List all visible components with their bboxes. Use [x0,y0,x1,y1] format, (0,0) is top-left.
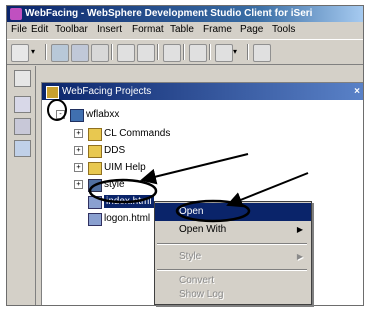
tree-item-cl-commands[interactable]: + CL Commands [42,127,242,141]
save-icon[interactable] [51,44,69,62]
save-all-icon[interactable] [71,44,89,62]
websphere-logo-icon [10,8,22,20]
new-icon[interactable] [11,44,29,62]
toolbar-separator [183,44,185,60]
menu-page[interactable]: Page [240,24,263,35]
window-title: WebFacing - WebSphere Development Studio… [25,8,313,19]
tree-item-label: logon.html [104,213,151,224]
menu-format[interactable]: Format [132,24,164,35]
toolbar-separator [247,44,249,60]
undo-icon[interactable] [163,44,181,62]
collapse-icon[interactable]: - [56,110,65,119]
menu-item-label: Open [179,206,204,217]
run-icon[interactable] [215,44,233,62]
folder-icon [88,128,102,141]
menu-item-style: Style ▶ [155,248,311,266]
html-file-icon [88,213,102,226]
menu-frame[interactable]: Frame [203,24,232,35]
submenu-arrow-icon: ▶ [296,225,303,234]
cut-icon[interactable] [117,44,135,62]
view-title: WebFacing Projects [62,86,152,97]
menu-item-label: Style [179,251,202,262]
context-menu: Open Open With ▶ Style ▶ Convert Show Lo… [154,201,312,305]
expand-icon[interactable]: + [74,146,83,155]
tree-item-label: CL Commands [104,128,171,139]
expand-icon[interactable]: + [74,180,83,189]
tree-item-dds[interactable]: + DDS [42,144,242,158]
menu-insert[interactable]: Insert [97,24,122,35]
style-icon [88,179,102,192]
menu-bar: File Edit Toolbar Insert Format Table Fr… [7,22,363,38]
menu-table[interactable]: Table [170,24,194,35]
toolbar-separator [157,44,159,60]
perspective-icon[interactable] [14,70,31,87]
menu-toolbar[interactable]: Toolbar [55,24,88,35]
menu-item-show-log: Show Log [155,286,311,304]
tree-item-style[interactable]: + style [42,178,242,192]
menu-item-label: Open With [179,224,227,235]
toolbar-separator [111,44,113,60]
menu-item-open[interactable]: Open [155,203,311,221]
expand-icon[interactable]: + [74,129,83,138]
menu-separator [157,243,307,245]
submenu-arrow-icon: ▶ [296,252,303,261]
tree-item-label: wflabxx [86,109,120,120]
print-icon[interactable] [91,44,109,62]
close-icon[interactable]: × [354,83,360,100]
webfacing-projects-icon [46,86,59,99]
title-bar: WebFacing - WebSphere Development Studio… [7,6,363,22]
toolbar-separator [45,44,47,60]
outline-icon[interactable] [14,118,31,135]
toolbar-separator [209,44,211,60]
properties-icon[interactable] [14,140,31,157]
tree-item-label: index.html [104,195,154,208]
tree-item-uim-help[interactable]: + UIM Help [42,161,242,175]
folder-icon [88,145,102,158]
expand-icon[interactable]: + [74,163,83,172]
menu-separator [157,269,307,271]
html-file-icon [88,196,102,209]
menu-item-label: Show Log [179,289,224,300]
menu-edit[interactable]: Edit [31,24,48,35]
tree-item-label: style [104,179,125,190]
navigator-icon[interactable] [14,96,31,113]
tree-item-project[interactable]: - wflabxx [42,108,242,122]
menu-item-open-with[interactable]: Open With ▶ [155,221,311,239]
tree-item-label: DDS [104,145,126,156]
toolbar: ▾ ▾ [7,39,363,65]
menu-file[interactable]: File [11,24,27,35]
menu-tools[interactable]: Tools [272,24,295,35]
folder-icon [88,162,102,175]
shortcut-bar [7,66,36,305]
view-header: WebFacing Projects × [42,83,363,100]
edit-icon[interactable] [189,44,207,62]
copy-icon[interactable] [137,44,155,62]
layout-icon[interactable] [253,44,271,62]
project-icon [70,109,84,122]
tree-item-label: UIM Help [104,162,146,173]
